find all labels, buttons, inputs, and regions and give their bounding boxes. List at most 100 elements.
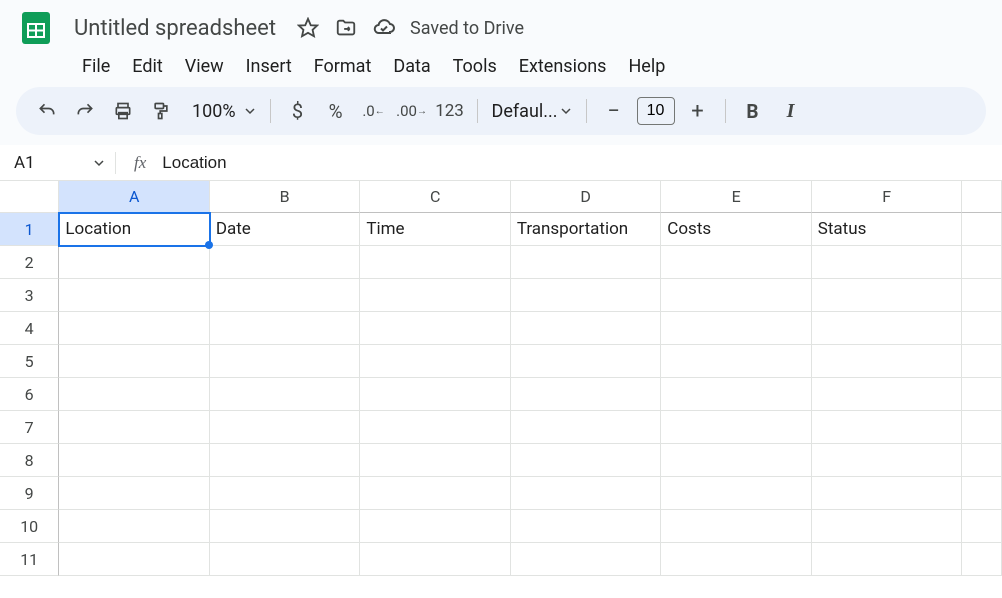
cell-overflow[interactable]: [962, 411, 1002, 444]
cell-overflow[interactable]: [962, 543, 1002, 576]
cell-F10[interactable]: [812, 510, 962, 543]
cell-E6[interactable]: [661, 378, 811, 411]
menu-help[interactable]: Help: [618, 52, 675, 81]
cell-F5[interactable]: [812, 345, 962, 378]
cell-B10[interactable]: [210, 510, 360, 543]
menu-insert[interactable]: Insert: [236, 52, 302, 81]
font-size-input[interactable]: [637, 97, 675, 125]
increase-decimal-button[interactable]: .00→: [395, 94, 429, 128]
cell-F6[interactable]: [812, 378, 962, 411]
cell-A10[interactable]: [59, 510, 209, 543]
column-header-C[interactable]: C: [360, 181, 511, 213]
menu-view[interactable]: View: [175, 52, 234, 81]
cell-B3[interactable]: [210, 279, 360, 312]
menu-format[interactable]: Format: [304, 52, 382, 81]
cell-B6[interactable]: [210, 378, 360, 411]
cell-F3[interactable]: [812, 279, 962, 312]
undo-button[interactable]: [30, 94, 64, 128]
increase-font-button[interactable]: +: [681, 94, 715, 128]
cell-C11[interactable]: [360, 543, 510, 576]
row-header-2[interactable]: 2: [0, 246, 59, 279]
cell-B2[interactable]: [210, 246, 360, 279]
cell-F11[interactable]: [812, 543, 962, 576]
cell-C4[interactable]: [360, 312, 510, 345]
cell-E2[interactable]: [661, 246, 811, 279]
spreadsheet-grid[interactable]: ABCDEF 1LocationDateTimeTransportationCo…: [0, 181, 1002, 576]
cell-E8[interactable]: [661, 444, 811, 477]
sheets-logo[interactable]: [16, 8, 56, 48]
cell-E4[interactable]: [661, 312, 811, 345]
formula-bar[interactable]: [162, 153, 1002, 173]
row-header-7[interactable]: 7: [0, 411, 59, 444]
cell-D7[interactable]: [511, 411, 661, 444]
cloud-saved-icon[interactable]: [372, 16, 396, 40]
cell-C5[interactable]: [360, 345, 510, 378]
cell-F8[interactable]: [812, 444, 962, 477]
cell-A3[interactable]: [59, 279, 209, 312]
cell-D8[interactable]: [511, 444, 661, 477]
cell-A6[interactable]: [59, 378, 209, 411]
cell-D9[interactable]: [511, 477, 661, 510]
cell-overflow[interactable]: [962, 510, 1002, 543]
cell-B7[interactable]: [210, 411, 360, 444]
decrease-decimal-button[interactable]: .0←: [357, 94, 391, 128]
cell-D6[interactable]: [511, 378, 661, 411]
cell-A11[interactable]: [59, 543, 209, 576]
zoom-dropdown[interactable]: 100%: [182, 101, 260, 122]
cell-overflow[interactable]: [962, 279, 1002, 312]
cell-A1[interactable]: Location: [59, 213, 209, 246]
cell-D1[interactable]: Transportation: [511, 213, 661, 246]
cell-E9[interactable]: [661, 477, 811, 510]
cell-F4[interactable]: [812, 312, 962, 345]
column-header-A[interactable]: A: [59, 181, 210, 213]
cell-overflow[interactable]: [962, 312, 1002, 345]
paint-format-button[interactable]: [144, 94, 178, 128]
menu-tools[interactable]: Tools: [443, 52, 507, 81]
row-header-6[interactable]: 6: [0, 378, 59, 411]
move-folder-icon[interactable]: [334, 16, 358, 40]
cell-E1[interactable]: Costs: [661, 213, 811, 246]
cell-A2[interactable]: [59, 246, 209, 279]
star-icon[interactable]: [296, 16, 320, 40]
cell-E5[interactable]: [661, 345, 811, 378]
row-header-9[interactable]: 9: [0, 477, 59, 510]
cell-C2[interactable]: [360, 246, 510, 279]
cell-C8[interactable]: [360, 444, 510, 477]
cell-C10[interactable]: [360, 510, 510, 543]
cell-B4[interactable]: [210, 312, 360, 345]
row-header-5[interactable]: 5: [0, 345, 59, 378]
column-header-next[interactable]: [962, 181, 1002, 213]
menu-data[interactable]: Data: [383, 52, 440, 81]
cell-C6[interactable]: [360, 378, 510, 411]
cell-B5[interactable]: [210, 345, 360, 378]
row-header-4[interactable]: 4: [0, 312, 59, 345]
cell-A4[interactable]: [59, 312, 209, 345]
cell-D11[interactable]: [511, 543, 661, 576]
cell-C1[interactable]: Time: [360, 213, 510, 246]
percent-button[interactable]: %: [319, 94, 353, 128]
cell-overflow[interactable]: [962, 246, 1002, 279]
row-header-3[interactable]: 3: [0, 279, 59, 312]
row-header-11[interactable]: 11: [0, 543, 59, 576]
column-header-F[interactable]: F: [812, 181, 963, 213]
cell-E7[interactable]: [661, 411, 811, 444]
cell-D4[interactable]: [511, 312, 661, 345]
row-header-8[interactable]: 8: [0, 444, 59, 477]
cell-A5[interactable]: [59, 345, 209, 378]
cell-overflow[interactable]: [962, 444, 1002, 477]
cell-B9[interactable]: [210, 477, 360, 510]
redo-button[interactable]: [68, 94, 102, 128]
cell-D2[interactable]: [511, 246, 661, 279]
cell-F9[interactable]: [812, 477, 962, 510]
name-box[interactable]: A1: [0, 153, 115, 173]
cell-overflow[interactable]: [962, 345, 1002, 378]
cell-overflow[interactable]: [962, 378, 1002, 411]
cell-F2[interactable]: [812, 246, 962, 279]
more-formats-button[interactable]: 123: [433, 94, 467, 128]
menu-file[interactable]: File: [72, 52, 120, 81]
decrease-font-button[interactable]: −: [597, 94, 631, 128]
currency-button[interactable]: $: [281, 94, 315, 128]
cell-A9[interactable]: [59, 477, 209, 510]
cell-A7[interactable]: [59, 411, 209, 444]
cell-B1[interactable]: Date: [210, 213, 360, 246]
